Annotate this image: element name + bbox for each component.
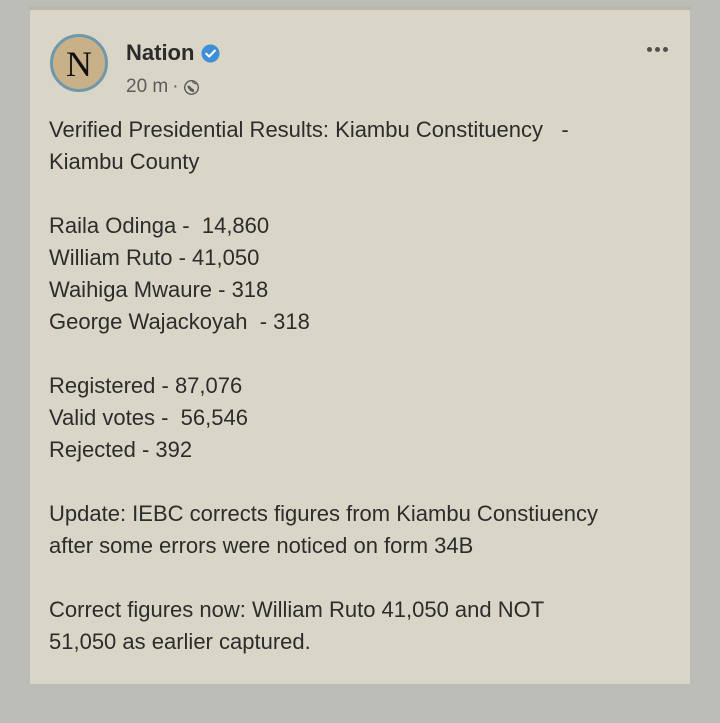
page-avatar[interactable]: N [50,34,108,92]
post-line: William Ruto - 41,050 [49,245,260,270]
facebook-post-card: N Nation 20 m · Verified Presidential Re… [30,6,690,684]
post-line: Verified Presidential Results: Kiambu Co… [49,117,569,142]
post-line: after some errors were noticed on form 3… [49,533,474,558]
post-line [49,178,674,210]
post-text: Verified Presidential Results: Kiambu Co… [49,114,674,658]
post-line: Update: IEBC corrects figures from Kiamb… [49,501,599,526]
globe-icon [183,79,199,96]
post-line: Rejected - 392 [49,437,193,462]
post-line: Registered - 87,076 [49,373,243,398]
post-line [49,338,674,370]
avatar-letter: N [66,43,92,84]
more-options-button[interactable] [640,38,674,60]
post-header: Nation [126,42,220,64]
post-line [49,466,674,498]
post-line: Kiambu County [49,149,200,174]
post-time[interactable]: 20 m [126,76,168,98]
verified-badge-icon [201,43,220,63]
more-options-icon [646,46,668,52]
post-line: Waihiga Mwaure - 318 [49,277,269,302]
post-line: Raila Odinga - 14,860 [49,213,270,238]
post-line: 51,050 as earlier captured. [49,629,311,654]
post-line: Correct figures now: William Ruto 41,050… [49,597,545,622]
post-line: Valid votes - 56,546 [49,405,248,430]
post-line [49,562,674,594]
page-name[interactable]: Nation [126,42,194,64]
post-meta: 20 m · [126,76,200,98]
meta-separator: · [172,76,179,97]
post-line: George Wajackoyah - 318 [49,309,310,334]
